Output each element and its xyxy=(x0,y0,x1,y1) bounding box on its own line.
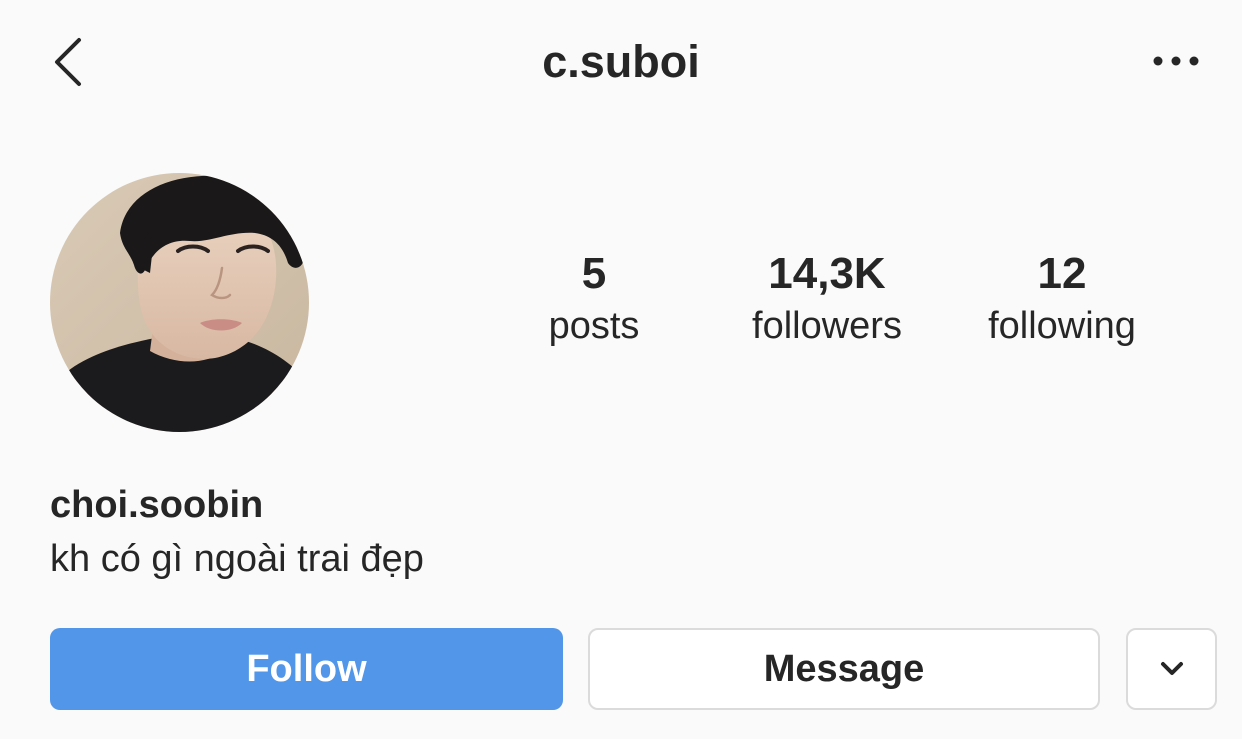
profile-photo xyxy=(50,173,309,432)
more-options-button[interactable] xyxy=(1148,44,1208,78)
following-count: 12 xyxy=(1037,249,1087,298)
follow-button[interactable]: Follow xyxy=(50,628,563,710)
message-button[interactable]: Message xyxy=(588,628,1100,710)
profile-bio: kh có gì ngoài trai đẹp xyxy=(50,538,424,580)
following-label: following xyxy=(988,305,1136,347)
ellipsis-horizontal-icon xyxy=(1153,56,1199,66)
page-title: c.suboi xyxy=(542,36,700,87)
posts-label: posts xyxy=(548,305,640,347)
follow-button-label: Follow xyxy=(246,647,367,690)
followers-label: followers xyxy=(752,305,902,347)
suggested-accounts-dropdown-button[interactable] xyxy=(1126,628,1217,710)
profile-name: choi.soobin xyxy=(50,484,264,526)
message-button-label: Message xyxy=(763,647,925,690)
stat-followers[interactable]: 14,3K followers xyxy=(752,250,902,354)
followers-count: 14,3K xyxy=(768,249,886,298)
stat-following[interactable]: 12 following xyxy=(988,250,1136,354)
stat-posts[interactable]: 5 posts xyxy=(549,250,640,354)
chevron-down-icon xyxy=(1160,662,1183,675)
posts-count: 5 xyxy=(581,249,607,298)
avatar[interactable] xyxy=(50,173,309,432)
